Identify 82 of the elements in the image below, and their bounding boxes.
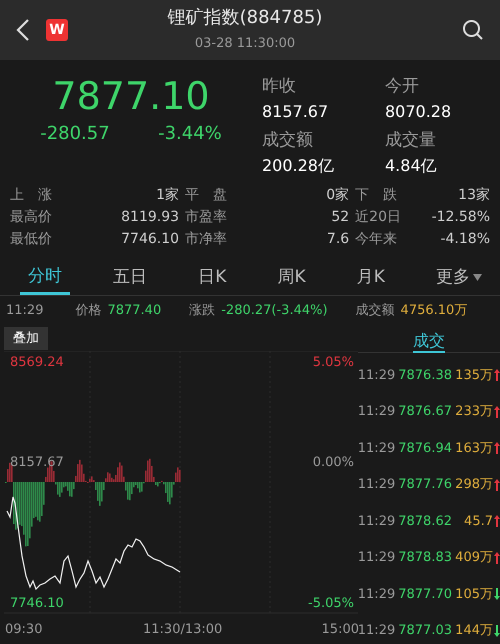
chart-tab[interactable]: 日K [190, 260, 234, 295]
trade-time: 11:29 [358, 366, 396, 384]
chart-tab[interactable]: 分时 [20, 260, 70, 295]
price-change: -280.57 [40, 122, 110, 146]
axis-label: 8157.67 [10, 454, 64, 472]
axis-label: 7746.10 [10, 595, 64, 613]
trades-tab[interactable]: 成交 [412, 331, 445, 353]
info-change: -280.27(-3.44%) [221, 302, 328, 320]
stat-value: -4.18% [439, 230, 490, 249]
stat-value: 13家 [457, 186, 490, 205]
chart-tab[interactable]: 更多 [428, 260, 490, 295]
summary-label: 成交量 [385, 129, 437, 152]
time-label: 11:30/13:00 [143, 621, 222, 639]
trade-volume: 45.7 [463, 512, 493, 530]
summary-label: 今开 [385, 75, 420, 98]
stat-value: 0家 [325, 186, 350, 205]
stat-value: -12.58% [430, 208, 490, 227]
info-label: 涨跌 [189, 302, 216, 320]
stat-value: 8119.93 [120, 208, 180, 227]
stat-value: 7746.10 [120, 230, 180, 249]
stat-label: 最低价 [10, 230, 53, 249]
trade-time: 11:29 [358, 549, 396, 567]
axis-label: -5.05% [308, 595, 354, 613]
trade-volume: 105万 [455, 586, 493, 604]
time-label: 15:00 [322, 621, 359, 639]
search-icon[interactable] [462, 19, 484, 41]
back-icon[interactable] [16, 18, 30, 42]
trade-price: 7876.67 [398, 403, 452, 421]
info-label: 成交额 [356, 302, 395, 320]
trade-time: 11:29 [358, 476, 396, 494]
info-time: 11:29 [6, 302, 44, 320]
summary-value: 8070.28 [385, 100, 452, 122]
trade-price: 7877.76 [398, 476, 452, 494]
trade-price: 7878.83 [398, 549, 452, 567]
info-label: 价格 [75, 302, 102, 320]
trade-volume: 163万 [455, 440, 493, 458]
time-label: 09:30 [5, 621, 42, 639]
overlay-button[interactable]: 叠加 [4, 326, 48, 350]
info-price: 7877.40 [107, 302, 162, 320]
app-logo[interactable]: W [46, 19, 68, 41]
stat-label: 市盈率 [185, 208, 228, 227]
trade-time: 11:29 [358, 512, 396, 530]
trade-price: 7876.38 [398, 366, 452, 384]
summary-label: 昨收 [262, 75, 297, 98]
stat-label: 上 涨 [10, 186, 53, 205]
trade-time: 11:29 [358, 622, 396, 640]
trade-price: 7878.62 [398, 512, 452, 530]
stat-label: 近20日 [355, 208, 402, 227]
trade-time: 11:29 [358, 586, 396, 604]
percent-change: -3.44% [158, 122, 222, 146]
chart-tab[interactable]: 周K [269, 260, 314, 295]
summary-value: 200.28亿 [262, 154, 335, 176]
stat-label: 平 盘 [185, 186, 228, 205]
datetime-text: 03-28 11:30:00 [194, 36, 296, 51]
trade-price: 7877.03 [398, 622, 452, 640]
stat-label: 下 跌 [355, 186, 398, 205]
trade-time: 11:29 [358, 440, 396, 458]
trade-volume: 298万 [455, 476, 493, 494]
summary-value: 4.84亿 [385, 154, 438, 176]
chart-tab[interactable]: 五日 [105, 260, 156, 295]
summary-label: 成交额 [262, 129, 314, 152]
trade-volume: 135万 [455, 366, 493, 384]
stat-label: 最高价 [10, 208, 53, 227]
axis-label: 5.05% [312, 354, 354, 372]
trade-volume: 233万 [455, 403, 493, 421]
trade-time: 11:29 [358, 403, 396, 421]
summary-value: 8157.67 [262, 100, 330, 122]
trade-price: 7877.70 [398, 586, 452, 604]
axis-label: 0.00% [312, 454, 354, 472]
trade-price: 7876.94 [398, 440, 452, 458]
stat-value: 52 [330, 208, 350, 227]
axis-label: 8569.24 [10, 354, 64, 372]
trade-volume: 409万 [455, 549, 493, 567]
chart-tab[interactable]: 月K [348, 260, 393, 295]
stat-value: 7.6 [326, 230, 350, 249]
stat-value: 1家 [155, 186, 180, 205]
info-amount: 4756.10万 [400, 302, 468, 320]
trade-volume: 144万 [455, 622, 493, 640]
index-title: 锂矿指数(884785) [168, 7, 322, 28]
current-price: 7877.10 [51, 74, 211, 120]
stat-label: 今年来 [355, 230, 398, 249]
stat-label: 市净率 [185, 230, 228, 249]
